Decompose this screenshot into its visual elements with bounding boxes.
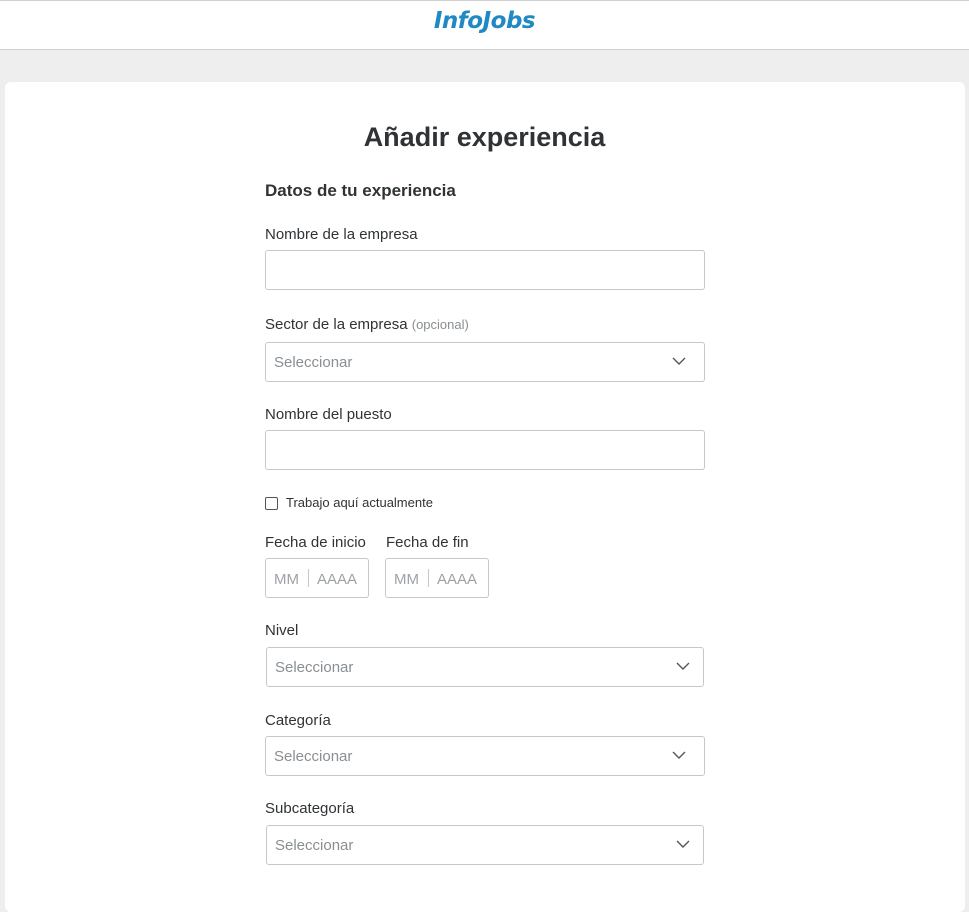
page-title: Añadir experiencia xyxy=(363,122,606,152)
date-separator xyxy=(308,569,309,587)
section-title: Datos de tu experiencia xyxy=(265,181,456,200)
chevron-down-icon xyxy=(672,357,686,365)
end-date-field[interactable]: MM AAAA xyxy=(385,558,489,598)
level-select[interactable]: Seleccionar xyxy=(266,647,704,687)
current-job-label[interactable]: Trabajo aquí actualmente xyxy=(286,495,433,510)
date-separator xyxy=(428,569,429,587)
subcategory-label: Subcategoría xyxy=(265,800,355,817)
start-year-input[interactable]: AAAA xyxy=(317,571,357,588)
top-header: InfoJobs xyxy=(0,0,969,50)
start-date-field[interactable]: MM AAAA xyxy=(265,558,369,598)
chevron-down-icon xyxy=(676,840,690,848)
sector-select-value: Seleccionar xyxy=(274,354,353,371)
start-month-input[interactable]: MM xyxy=(274,571,302,588)
company-name-label: Nombre de la empresa xyxy=(265,226,418,243)
start-date-label: Fecha de inicio xyxy=(265,534,366,551)
end-month-input[interactable]: MM xyxy=(394,571,422,588)
sector-label: Sector de la empresa (opcional) xyxy=(265,316,469,333)
chevron-down-icon xyxy=(676,662,690,670)
subcategory-select-value: Seleccionar xyxy=(275,837,354,854)
category-select-value: Seleccionar xyxy=(274,748,353,765)
subcategory-select[interactable]: Seleccionar xyxy=(266,825,704,865)
current-job-checkbox[interactable] xyxy=(265,497,278,510)
optional-tag: (opcional) xyxy=(411,317,469,332)
form-card xyxy=(5,82,965,912)
category-select[interactable]: Seleccionar xyxy=(265,736,705,776)
end-date-label: Fecha de fin xyxy=(386,534,469,551)
category-label: Categoría xyxy=(265,712,331,729)
job-title-input[interactable] xyxy=(265,430,705,470)
sector-select[interactable]: Seleccionar xyxy=(265,342,705,382)
level-label: Nivel xyxy=(265,622,299,639)
level-select-value: Seleccionar xyxy=(275,659,354,676)
sector-label-text: Sector de la empresa xyxy=(265,316,408,333)
chevron-down-icon xyxy=(672,751,686,759)
job-title-label: Nombre del puesto xyxy=(265,406,392,423)
end-year-input[interactable]: AAAA xyxy=(437,571,477,588)
company-name-input[interactable] xyxy=(265,250,705,290)
infojobs-logo[interactable]: InfoJobs xyxy=(0,8,969,34)
